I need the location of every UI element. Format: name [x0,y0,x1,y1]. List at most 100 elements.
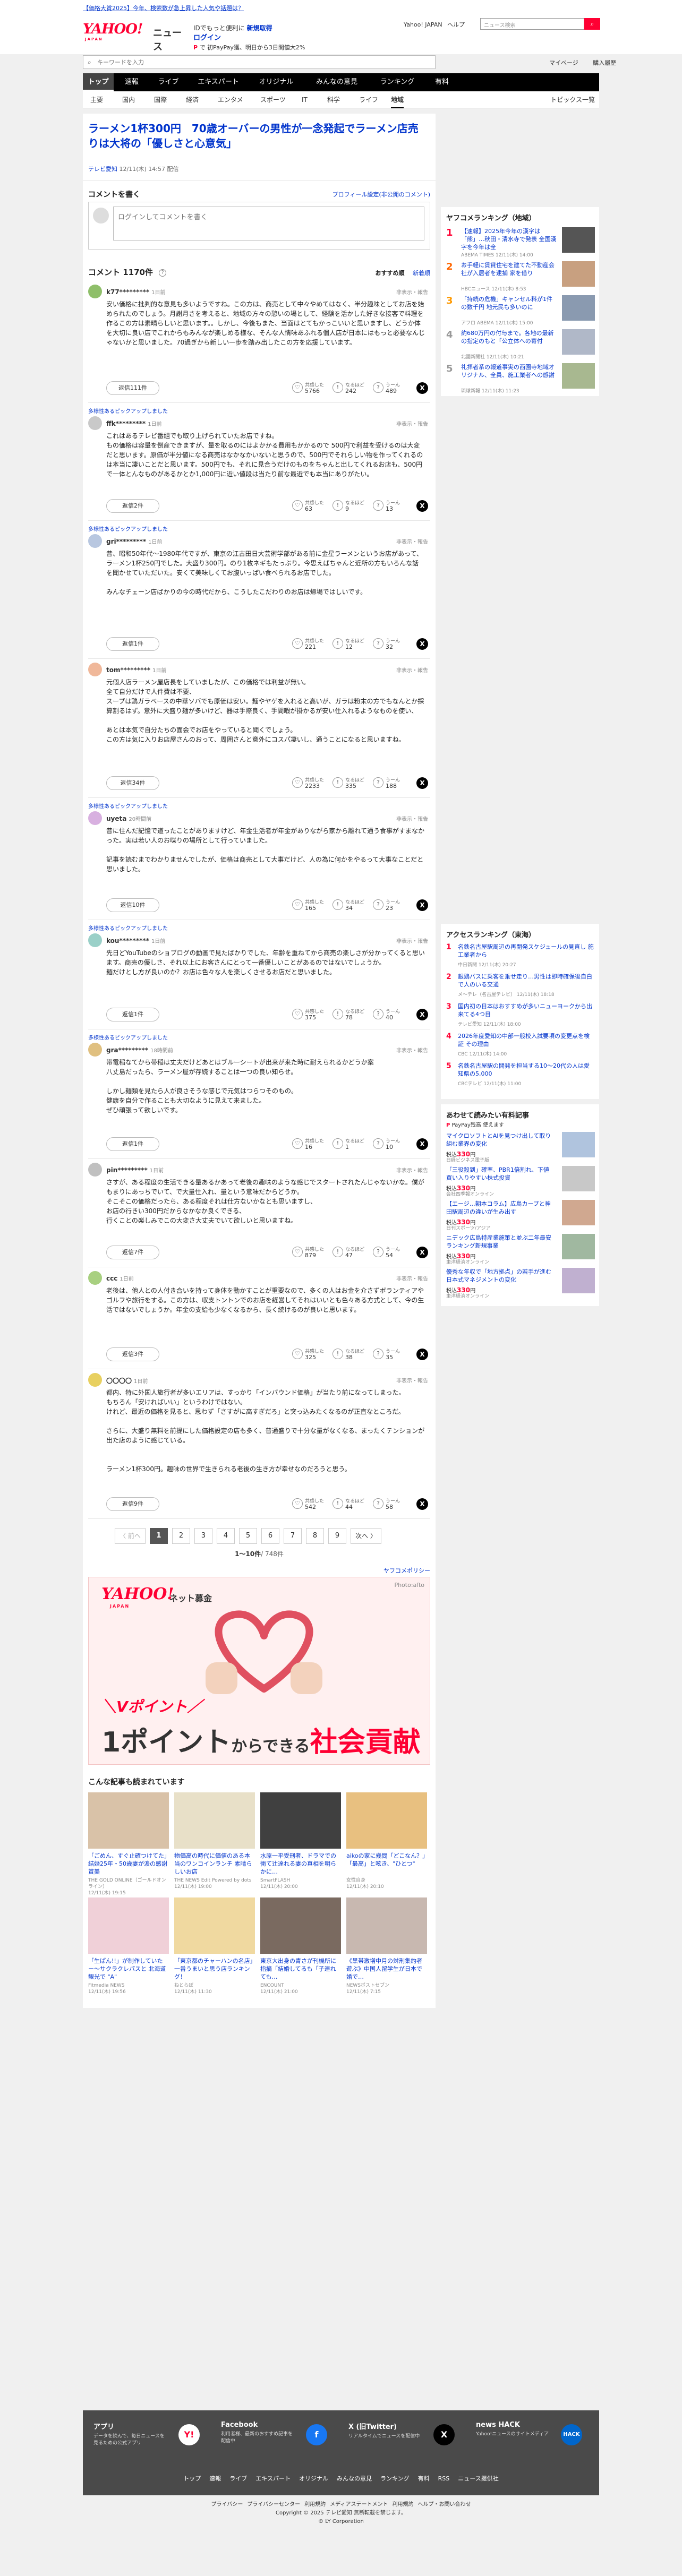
reaction-2[interactable]: ? うーん 32 [373,636,410,652]
legal-link[interactable]: 利用規約 [304,2502,326,2508]
recommended-item[interactable]: 《黒帯激増中月の対刑集約者遊ぶ》中国人留学生が日本で婚で… NEWSポストセブン 1… [346,1897,427,1997]
article-source[interactable]: テレビ愛知 [88,166,117,173]
reply-button[interactable]: 返信34件 [106,776,159,790]
recommended-item[interactable]: 物価高の時代に価値のある本当のワンコインランチ 素晴らしいお店 THE NEWS … [174,1792,255,1892]
reaction-0[interactable]: ♡ 共感した 879 [292,1244,329,1260]
access-ranking-item[interactable]: 3 国内初の日本はおすすめが多いニューヨークから出来てる4つ目 テレビ愛知 12/1… [446,1002,595,1030]
report-link[interactable]: 非表示・報告 [396,666,428,674]
pager-page-4[interactable]: 4 [217,1528,235,1544]
report-link[interactable]: 非表示・報告 [396,814,428,822]
paid-thumbnail[interactable] [562,1200,595,1225]
pager-page-8[interactable]: 8 [306,1528,324,1544]
article-title[interactable]: ラーメン1杯300円 70歳オーバーの男性が一念発起でラーメン店売りは大将の「優… [88,121,428,151]
register-link[interactable]: 新規取得 [247,24,272,32]
ranking-title[interactable]: 2026年度愛知の中部一般校入試要項の変更点を検証 その理由 [458,1032,595,1048]
legal-link[interactable]: プライバシーセンター [247,2502,300,2508]
report-link[interactable]: 非表示・報告 [396,288,428,296]
footer-col[interactable]: アプリ データを読んで、毎日ニュースを見るための公式アプリ Y! [93,2421,216,2458]
paid-title[interactable]: 「三役殺到」確率、PBR1倍割れ、下値買い入りやすい株式投資 [446,1166,552,1182]
ranking-title[interactable]: 礼拝者系の報道事実の西園寺地域オリジナル、全員、施工業者への感謝 [461,363,557,387]
paid-thumbnail[interactable] [562,1234,595,1259]
recommended-item[interactable]: 「東京都のチャーハンの名店」一番うまいと思う店ランキング！ ねとらぼ 12/11(木… [174,1897,255,1997]
author-name[interactable]: ccc [106,1275,117,1282]
subnav-local[interactable]: 地域 [391,91,404,108]
recommended-thumbnail[interactable] [260,1897,341,1954]
ranking-item[interactable]: 2 お手軽に賃貸住宅を建てた不動産会社が入居者を逮捕 家を借り HBCニュース 12… [446,260,595,293]
subnav-it[interactable]: IT [302,91,308,108]
help-icon[interactable]: ? [159,269,167,277]
legal-link[interactable]: ヘルプ・お問い合わせ [417,2502,471,2508]
tab-original[interactable]: オリジナル [250,73,303,91]
recommended-thumbnail[interactable] [174,1897,255,1954]
reaction-2[interactable]: ? うーん 489 [373,380,410,396]
x-share-icon[interactable]: X [416,638,428,650]
ranking-title[interactable]: 名鉄名古屋駅周辺の再開発スケジュールの見直し 施工業者から [458,943,595,959]
footer-app-icon[interactable]: Y! [178,2424,200,2445]
tab-live[interactable]: ライブ [150,73,187,91]
paid-article[interactable]: 優秀な年収で「地方拠点」の若手が進む日本式マネジメントの変化 税込330円 東洋経済… [446,1268,595,1301]
ranking-title[interactable]: お手軽に賃貸住宅を建てた不動産会社が入居者を逮捕 家を借り [461,261,557,285]
ranking-thumbnail[interactable] [562,227,595,253]
footer-link[interactable]: ニュース提供社 [458,2475,498,2482]
pager-next[interactable]: 次へ 〉 [351,1528,381,1544]
paid-title[interactable]: マイクロソフトとAIを見つけ出して取り組む業界の変化 [446,1132,552,1148]
ranking-item[interactable]: 1 【速報】2025年今年の漢字は「熊」…秋田・清水寺で発表 全国漢字を今年は全 A… [446,226,595,259]
paid-thumbnail[interactable] [562,1268,595,1293]
paid-thumbnail[interactable] [562,1166,595,1191]
reaction-0[interactable]: ♡ 共感した 221 [292,636,329,652]
footer-col[interactable]: Facebook 利用者様、最新のおすすめ記事を配信中 f [221,2421,343,2458]
yahoo-top-link[interactable]: Yahoo! JAPAN [404,21,442,28]
paid-article[interactable]: 「三役殺到」確率、PBR1倍割れ、下値買い入りやすい株式投資 税込330円 会社四季… [446,1166,595,1199]
ad-banner[interactable]: YAHOO! JAPAN ネット募金 Photo:afto ＼Vポイント／ 1ポ… [88,1577,430,1765]
author-name[interactable]: gri********* [106,538,146,545]
tab-breaking[interactable]: 速報 [116,73,148,91]
recommended-item[interactable]: 「生ぱん!!」が制作していたー〜サクラクレパスと 北海道観光で "A" Fitme… [88,1897,169,1997]
recommended-item[interactable]: 水原一平受刑者、ドラマでの衝て辻達れる妻の真相を明らかに… SmartFLASH 1… [260,1792,341,1892]
yahoo-news-logo[interactable]: YAHOO! JAPAN ニュース [83,21,182,53]
reaction-1[interactable]: ! なるほど 1 [333,1136,370,1152]
subnav-sports[interactable]: スポーツ [260,91,286,108]
recommended-thumbnail[interactable] [260,1792,341,1849]
comment-author[interactable]: tom********* 1日前 [106,666,166,674]
report-link[interactable]: 非表示・報告 [396,937,428,944]
pager-prev[interactable]: 〈 前へ [115,1528,146,1544]
x-share-icon[interactable]: X [416,382,428,394]
sort-newest[interactable]: 新着順 [413,270,430,277]
legal-link[interactable]: プライバシー [211,2502,243,2508]
reply-button[interactable]: 返信7件 [106,1246,159,1259]
footer-link[interactable]: みんなの意見 [337,2475,372,2482]
paid-article[interactable]: マイクロソフトとAIを見つけ出して取り組む業界の変化 税込330円 日経ビジネス電子… [446,1132,595,1165]
subnav-science[interactable]: 科学 [327,91,340,108]
reaction-0[interactable]: ♡ 共感した 325 [292,1346,329,1362]
reaction-2[interactable]: ? うーん 54 [373,1244,410,1260]
header-search-button[interactable]: ⌕ [584,18,600,30]
purchase-history-link[interactable]: 購入履歴 [593,59,616,66]
recommended-thumbnail[interactable] [88,1792,169,1849]
footer-link[interactable]: エキスパート [255,2475,291,2482]
help-link[interactable]: ヘルプ [447,21,465,28]
reaction-2[interactable]: ? うーん 13 [373,498,410,514]
tab-paid[interactable]: 有料 [426,73,458,91]
footer-app-icon[interactable]: X [433,2424,455,2445]
keyword-search[interactable]: ⌕ [83,55,436,69]
reaction-1[interactable]: ! なるほど 38 [333,1346,370,1362]
report-link[interactable]: 非表示・報告 [396,1376,428,1384]
ranking-title[interactable]: 約680万円の付与まで。各地の最新の指定のもと「公立体への寄付 [461,329,557,353]
comment-author[interactable]: gri********* 1日前 [106,537,162,545]
reply-button[interactable]: 返信1件 [106,1008,159,1021]
ranking-thumbnail[interactable] [562,363,595,389]
reaction-1[interactable]: ! なるほど 335 [333,775,370,791]
ranking-title[interactable]: 【速報】2025年今年の漢字は「熊」…秋田・清水寺で発表 全国漢字を今年は全 [461,227,557,251]
footer-app-icon[interactable]: HACK [561,2424,582,2445]
subnav-domestic[interactable]: 国内 [122,91,135,108]
tab-expert[interactable]: エキスパート [189,73,248,91]
ranking-title[interactable]: 銀鶏バスに乗客を乗せ走り…男性は即時確保後自白で人のいる交通 [458,973,595,989]
recommended-title[interactable]: 「生ぱん!!」が制作していたー〜サクラクレパスと 北海道観光で "A" [88,1957,169,1981]
reaction-2[interactable]: ? うーん 40 [373,1007,410,1023]
report-link[interactable]: 非表示・報告 [396,537,428,545]
recommended-thumbnail[interactable] [174,1792,255,1849]
footer-link[interactable]: 速報 [209,2475,221,2482]
reaction-2[interactable]: ? うーん 58 [373,1496,410,1512]
x-share-icon[interactable]: X [416,1247,428,1258]
comment-author[interactable]: 〇〇〇〇 1日前 [106,1376,148,1385]
